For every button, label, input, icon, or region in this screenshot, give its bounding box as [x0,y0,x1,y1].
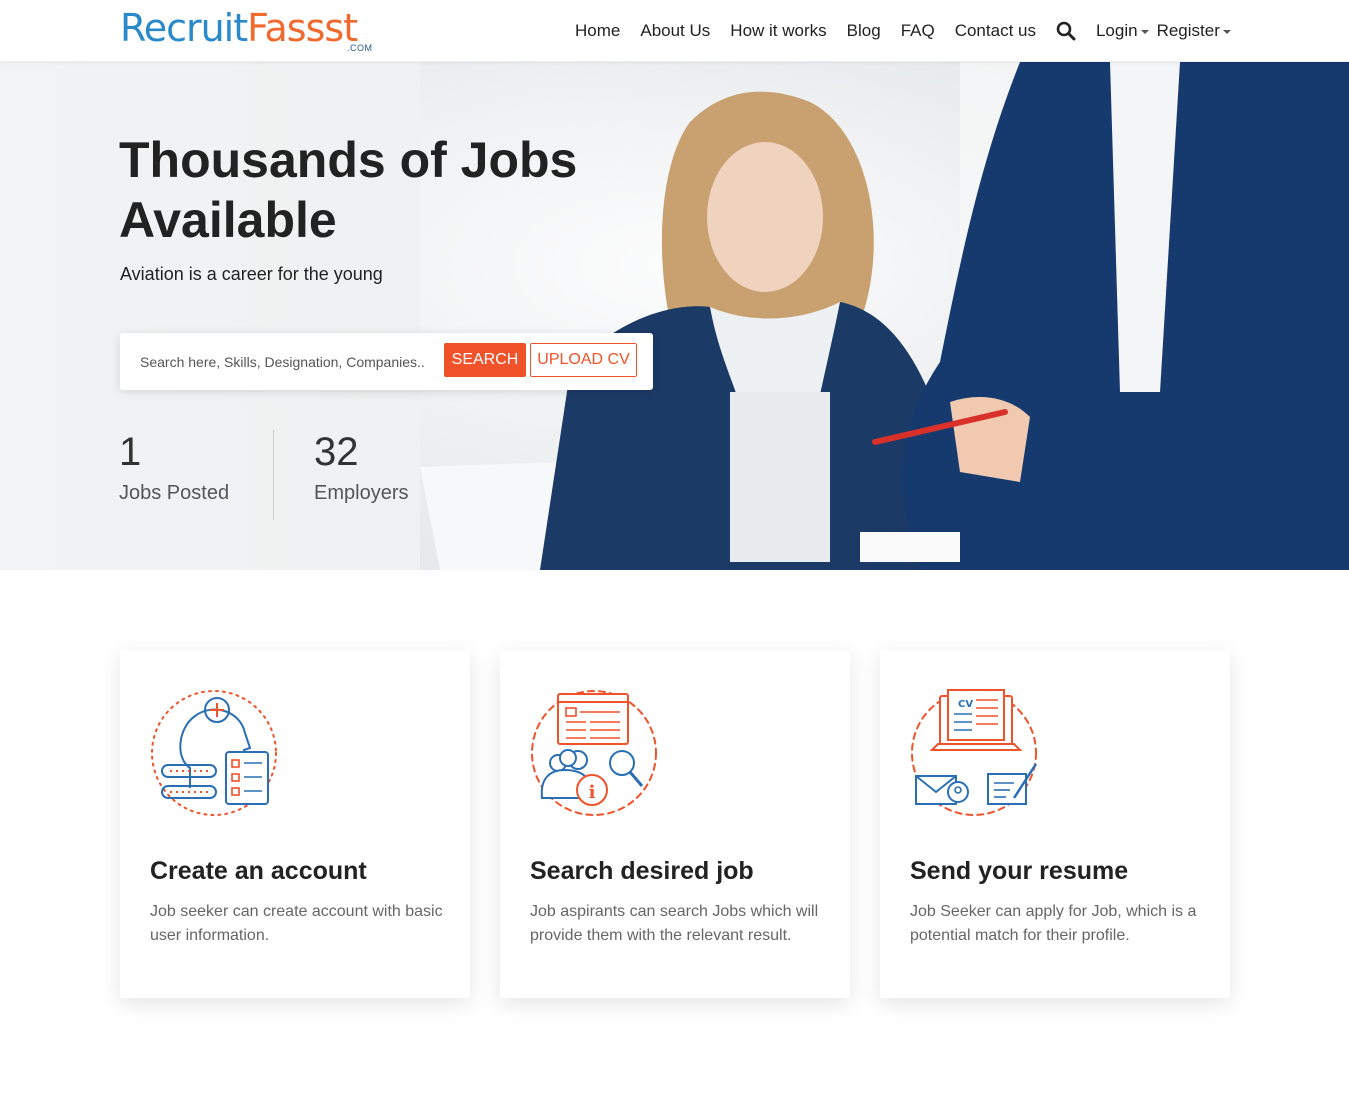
nav-home[interactable]: Home [575,21,620,41]
stat-jobs-posted: 1 Jobs Posted [119,428,229,505]
hero-title: Thousands of Jobs Available [119,130,639,250]
nav-faq[interactable]: FAQ [901,21,935,41]
card-title: Create an account [150,857,367,885]
job-search-bar: SEARCH UPLOAD CV [120,333,653,390]
feature-card-create-account: Create an account Job seeker can create … [120,650,470,998]
send-resume-icon: CV [910,688,1040,818]
hero-section: Thousands of Jobs Available Aviation is … [0,62,1349,570]
logo-text: RecruitFassst [120,2,358,54]
card-title: Search desired job [530,857,754,885]
logo-part-2: Fassst [247,6,358,50]
hero-title-line-1: Thousands of Jobs [119,132,578,188]
nav-blog[interactable]: Blog [847,21,881,41]
main-nav: Home About Us How it works Blog FAQ Cont… [565,0,1241,62]
upload-cv-button[interactable]: UPLOAD CV [530,343,637,377]
stat-divider [273,430,274,520]
chevron-down-icon [1222,29,1231,34]
search-button[interactable]: SEARCH [444,343,526,377]
nav-register[interactable]: Register [1157,21,1231,41]
stat-value: 32 [314,430,359,474]
card-title: Send your resume [910,857,1129,885]
card-text: Job Seeker can apply for Job, which is a… [910,903,1197,944]
search-icon[interactable] [1056,21,1076,41]
job-search-input[interactable] [134,347,434,377]
account-profile-icon [150,688,280,818]
feature-card-send-resume: CV Send your resume Job Seeker can apply… [880,650,1230,998]
logo-suffix: .COM [347,43,373,53]
feature-card-search-job: i Search desired job Job aspirants can s… [500,650,850,998]
nav-login-label: Login [1095,21,1138,40]
site-logo[interactable]: RecruitFassst .COM [120,2,380,58]
stat-value: 1 [119,430,142,474]
nav-about[interactable]: About Us [640,21,710,41]
chevron-down-icon [1140,29,1149,34]
hero-title-line-2: Available [119,192,337,248]
nav-how-it-works[interactable]: How it works [730,21,826,41]
svg-text:CV: CV [958,699,973,710]
site-header: RecruitFassst .COM Home About Us How it … [0,0,1349,62]
job-search-icon: i [530,688,660,818]
stat-label: Employers [314,482,409,504]
nav-contact[interactable]: Contact us [955,21,1036,41]
stat-label: Jobs Posted [119,482,230,504]
nav-register-label: Register [1156,21,1220,40]
nav-login[interactable]: Login [1096,21,1149,41]
svg-text:i: i [589,782,596,803]
stat-employers: 32 Employers [314,428,408,505]
logo-part-1: Recruit [120,6,248,50]
card-text: Job aspirants can search Jobs which will… [530,903,819,944]
hero-subtitle: Aviation is a career for the young [120,264,383,284]
card-text: Job seeker can create account with basic… [150,903,443,944]
